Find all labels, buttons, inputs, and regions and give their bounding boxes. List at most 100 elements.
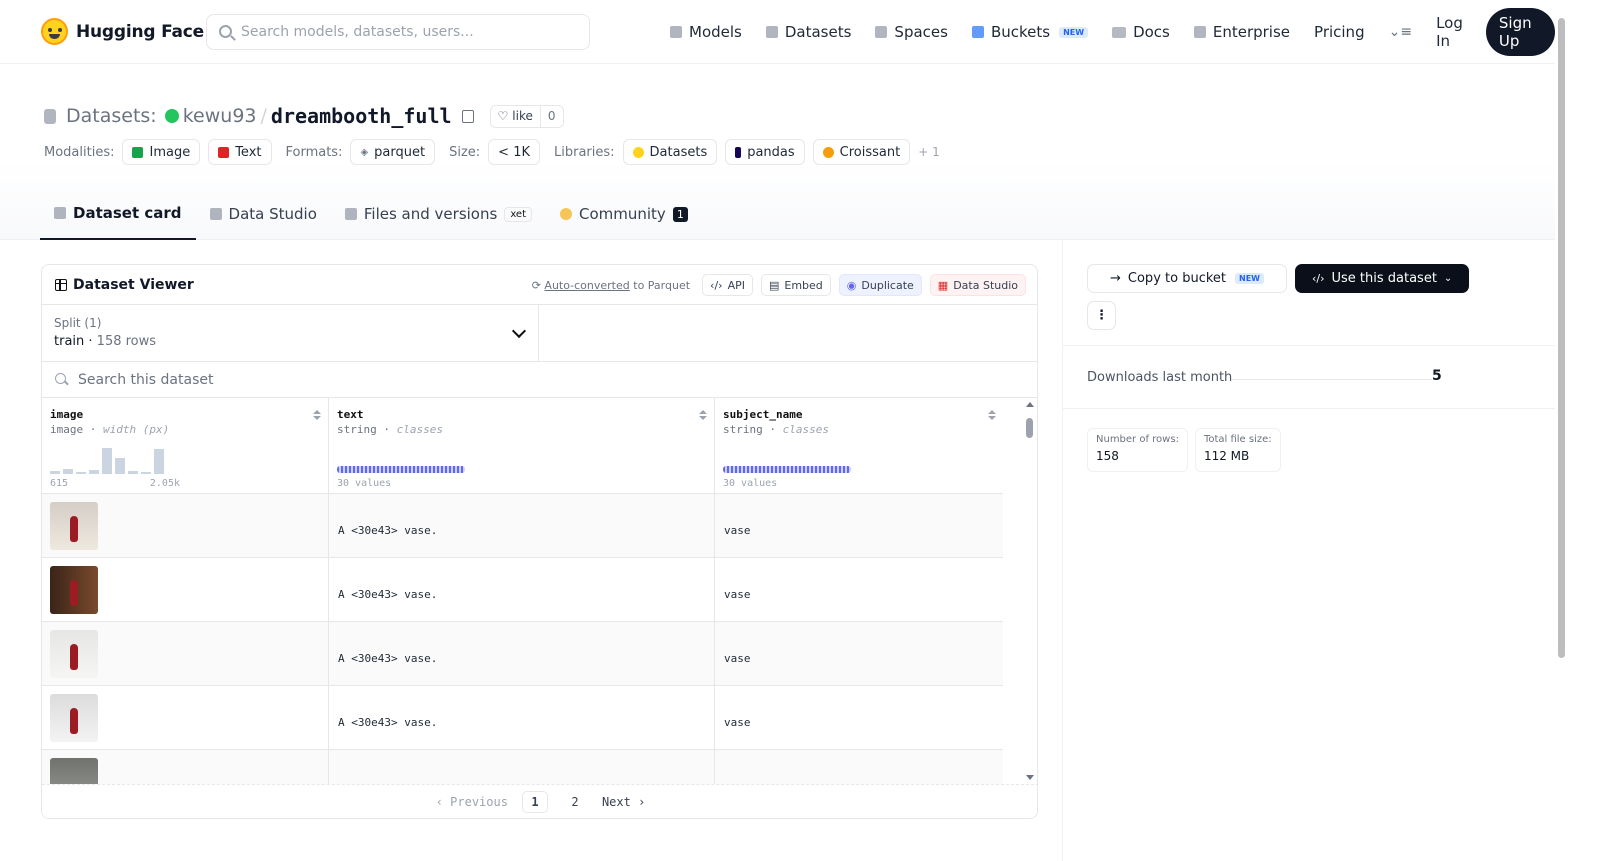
- rows-value: 158: [1096, 449, 1119, 463]
- xet-badge: xet: [504, 206, 532, 222]
- column-header-text[interactable]: text string · classes 30 values: [329, 398, 715, 494]
- split-label: Split (1): [54, 316, 102, 330]
- auto-converted-note[interactable]: ⟳ Auto-converted to Parquet: [532, 279, 690, 292]
- nav-buckets[interactable]: Buckets NEW: [971, 23, 1089, 41]
- image-thumbnail[interactable]: [50, 566, 98, 614]
- tag-size[interactable]: < 1K: [488, 139, 540, 165]
- table-row[interactable]: A <30e43> vase. vase: [42, 558, 1003, 622]
- scrollbar-thumb[interactable]: [1026, 418, 1033, 438]
- next-page-button[interactable]: Next ›: [602, 795, 645, 809]
- tag-parquet[interactable]: ◈ parquet: [350, 139, 436, 165]
- data-table: image image · width (px) 615 2.05k text s…: [42, 398, 1037, 784]
- histogram-bar: [76, 472, 86, 474]
- column-name: text: [337, 408, 364, 421]
- dataset-search-input[interactable]: Search this dataset: [42, 362, 1037, 398]
- nav-docs[interactable]: Docs: [1112, 23, 1170, 41]
- tab-dataset-card[interactable]: Dataset card: [40, 188, 196, 240]
- sort-icon[interactable]: [699, 410, 707, 420]
- like-button[interactable]: ♡ like 0: [489, 104, 564, 128]
- next-label: Next: [601, 794, 631, 809]
- tag-image[interactable]: Image: [122, 139, 201, 165]
- scroll-down-icon[interactable]: [1026, 775, 1034, 780]
- login-link[interactable]: Log In: [1436, 14, 1470, 50]
- classes-bar: [723, 466, 851, 473]
- viewer-title-label: Dataset Viewer: [73, 276, 194, 293]
- more-libraries[interactable]: + 1: [918, 145, 940, 159]
- tag-datasets-lib[interactable]: Datasets: [622, 139, 718, 165]
- column-extra: width (px): [103, 423, 170, 436]
- sort-icon[interactable]: [313, 410, 321, 420]
- tab-files[interactable]: Files and versions xet: [331, 188, 546, 240]
- copy-icon[interactable]: [461, 109, 474, 123]
- more-options-button[interactable]: ⋮: [1087, 301, 1116, 330]
- embed-button[interactable]: ▤ Embed: [760, 274, 831, 296]
- classes-count: 30 values: [337, 478, 392, 489]
- repo-title: Datasets: kewu93 / dreambooth_full ♡ like…: [44, 104, 564, 128]
- table-row[interactable]: A <30e43> vase. vase: [42, 494, 1003, 558]
- owner-link[interactable]: kewu93: [183, 105, 257, 127]
- image-thumbnail[interactable]: [50, 694, 98, 742]
- tag-croissant[interactable]: Croissant: [812, 139, 911, 165]
- split-selector[interactable]: Split (1) train · 158 rows: [42, 305, 539, 361]
- scroll-up-icon[interactable]: [1026, 402, 1034, 407]
- page-1-button[interactable]: 1: [521, 790, 548, 813]
- signup-button[interactable]: Sign Up: [1485, 8, 1555, 56]
- table-row-partial[interactable]: [42, 750, 1003, 784]
- auto-converted-link[interactable]: Auto-converted: [544, 279, 629, 292]
- dataset-search-placeholder: Search this dataset: [78, 371, 214, 388]
- dataset-stats: Number of rows: 158 Total file size: 112 M…: [1087, 428, 1281, 472]
- tab-community[interactable]: Community 1: [546, 188, 702, 240]
- global-search-input[interactable]: Search models, datasets, users...: [206, 14, 590, 50]
- nav-enterprise[interactable]: Enterprise: [1193, 23, 1291, 41]
- nav-links: Models Datasets Spaces Buckets NEW Docs E…: [670, 0, 1555, 64]
- tag-text[interactable]: Text: [208, 139, 272, 165]
- copy-to-bucket-button[interactable]: → Copy to bucket NEW: [1087, 264, 1287, 293]
- tag-pandas[interactable]: pandas: [725, 139, 805, 165]
- dataset-name[interactable]: dreambooth_full: [271, 104, 452, 128]
- more-menu-icon[interactable]: ⌄≡: [1389, 24, 1412, 40]
- repo-header: Datasets: kewu93 / dreambooth_full ♡ like…: [0, 64, 1555, 240]
- tab-data-studio[interactable]: Data Studio: [196, 188, 331, 240]
- tag-image-label: Image: [149, 144, 191, 160]
- tag-datasets-lib-label: Datasets: [649, 144, 708, 160]
- duplicate-button[interactable]: ◉ Duplicate: [838, 274, 922, 296]
- use-this-dataset-label: Use this dataset: [1331, 271, 1437, 286]
- api-button[interactable]: ‹/› API: [702, 274, 753, 296]
- table-icon: [209, 208, 222, 220]
- previous-label: Previous: [450, 794, 508, 809]
- sort-icon[interactable]: [988, 410, 996, 420]
- width-histogram: [50, 446, 190, 474]
- page-scrollbar[interactable]: [1555, 0, 1568, 861]
- page-scrollbar-thumb[interactable]: [1558, 18, 1565, 658]
- image-thumbnail[interactable]: [50, 502, 98, 550]
- duplicate-icon: ◉: [846, 278, 857, 292]
- use-this-dataset-button[interactable]: ‹/› Use this dataset ⌄: [1294, 264, 1470, 293]
- arrow-right-icon: →: [1110, 271, 1121, 286]
- croissant-icon: [822, 146, 834, 158]
- copy-to-bucket-label: Copy to bucket: [1127, 271, 1226, 286]
- files-icon: [344, 208, 357, 220]
- owner-avatar: [164, 109, 179, 123]
- data-studio-button[interactable]: ▦ Data Studio: [929, 274, 1026, 296]
- image-thumbnail[interactable]: [50, 630, 98, 678]
- table-row[interactable]: A <30e43> vase. vase: [42, 622, 1003, 686]
- cell-subject: vase: [724, 716, 751, 729]
- image-thumbnail[interactable]: [50, 758, 98, 784]
- column-header-image[interactable]: image image · width (px) 615 2.05k: [42, 398, 329, 494]
- histogram-bar: [141, 472, 151, 474]
- viewer-title: Dataset Viewer: [55, 277, 194, 293]
- page-2-button[interactable]: 2: [562, 791, 588, 813]
- column-type: string: [337, 423, 377, 436]
- previous-page-button[interactable]: ‹ Previous: [436, 795, 508, 809]
- repo-type-label[interactable]: Datasets:: [66, 105, 157, 127]
- nav-models[interactable]: Models: [670, 23, 742, 41]
- column-header-subject-name[interactable]: subject_name string · classes 30 values: [715, 398, 1003, 494]
- nav-spaces[interactable]: Spaces: [875, 23, 948, 41]
- brand-logo[interactable]: Hugging Face: [41, 18, 204, 45]
- nav-enterprise-label: Enterprise: [1212, 23, 1291, 41]
- nav-pricing[interactable]: Pricing: [1314, 23, 1365, 41]
- table-scrollbar[interactable]: [1023, 398, 1037, 784]
- table-row[interactable]: A <30e43> vase. vase: [42, 686, 1003, 750]
- downloads-value: 5: [1432, 368, 1442, 384]
- nav-datasets[interactable]: Datasets: [765, 23, 851, 41]
